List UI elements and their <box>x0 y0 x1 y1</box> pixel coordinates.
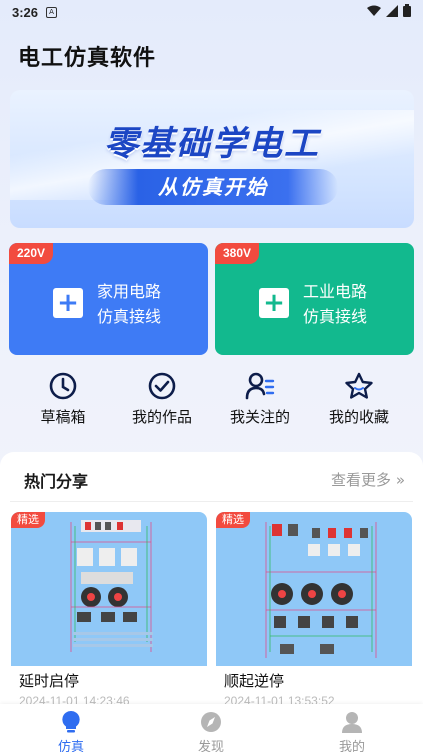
plus-icon: + <box>259 288 289 318</box>
circuit-diagram-image <box>70 520 153 652</box>
featured-tag: 精选 <box>11 512 45 528</box>
industrial-circuit-card[interactable]: 380V + 工业电路 仿真接线 <box>215 243 414 355</box>
following-label: 我关注的 <box>229 408 290 426</box>
post-thumbnail: 精选 <box>216 512 412 666</box>
plus-icon: + <box>53 288 83 318</box>
card-line1: 工业电路 <box>303 282 368 301</box>
favorites-button[interactable]: 我的收藏 <box>309 372 409 427</box>
wifi-icon <box>367 5 381 16</box>
card-text: 家用电路 仿真接线 <box>97 279 161 329</box>
star-icon <box>345 372 373 399</box>
battery-icon <box>403 4 411 17</box>
drafts-label: 草稿箱 <box>40 408 86 426</box>
voltage-tag: 220V <box>9 243 54 264</box>
compass-icon <box>201 712 221 732</box>
person-icon <box>342 712 362 733</box>
status-time: 3:26 <box>12 4 39 20</box>
nav-label: 发现 <box>197 740 224 752</box>
nav-label: 仿真 <box>57 740 84 752</box>
notification-icon: A <box>46 6 58 18</box>
nav-discover[interactable]: 发现 <box>171 710 251 752</box>
following-button[interactable]: 我关注的 <box>210 372 310 427</box>
see-more-link[interactable]: 查看更多 » <box>331 469 405 490</box>
promo-banner[interactable]: 零基础学电工 从仿真开始 <box>10 90 414 228</box>
favorites-label: 我的收藏 <box>328 408 389 426</box>
card-text: 工业电路 仿真接线 <box>303 279 367 329</box>
post-card[interactable]: 精选 延时启停 2024-11-01 14:23:46 <box>11 512 207 712</box>
home-circuit-card[interactable]: 220V + 家用电路 仿真接线 <box>9 243 208 355</box>
signal-icon <box>386 4 398 17</box>
nav-label: 我的 <box>338 740 365 752</box>
card-line2: 仿真接线 <box>97 307 162 326</box>
bulb-icon <box>62 710 80 733</box>
circuit-diagram-image <box>265 522 377 658</box>
card-line2: 仿真接线 <box>303 307 368 326</box>
voltage-tag: 380V <box>215 243 260 264</box>
status-icons <box>367 4 411 17</box>
card-line1: 家用电路 <box>97 282 162 301</box>
nav-mine[interactable]: 我的 <box>312 710 392 752</box>
bottom-nav: 仿真 发现 我的 <box>0 704 423 752</box>
app-title: 电工仿真软件 <box>18 46 157 71</box>
featured-tag: 精选 <box>216 512 250 528</box>
drafts-button[interactable]: 草稿箱 <box>13 372 113 427</box>
post-title: 顺起逆停 <box>224 672 285 690</box>
banner-subline: 从仿真开始 <box>88 169 338 205</box>
post-thumbnail: 精选 <box>11 512 207 666</box>
post-card[interactable]: 精选 顺起逆停 2024-11-01 13:53:52 <box>216 512 412 712</box>
divider <box>10 501 413 502</box>
double-chevron-right-icon: » <box>395 471 405 489</box>
clock-icon <box>49 372 77 400</box>
nav-simulation[interactable]: 仿真 <box>31 710 111 752</box>
my-works-button[interactable]: 我的作品 <box>112 372 212 427</box>
check-circle-icon <box>148 372 176 400</box>
my-works-label: 我的作品 <box>131 408 192 426</box>
see-more-label: 查看更多 <box>331 471 392 489</box>
post-title: 延时启停 <box>19 672 80 690</box>
quick-actions: 草稿箱 我的作品 我关注的 我的收藏 <box>0 372 423 432</box>
banner-headline: 零基础学电工 <box>104 124 320 164</box>
status-bar: 3:26 A <box>0 0 423 24</box>
section-title: 热门分享 <box>24 472 89 491</box>
user-list-icon <box>245 372 275 400</box>
